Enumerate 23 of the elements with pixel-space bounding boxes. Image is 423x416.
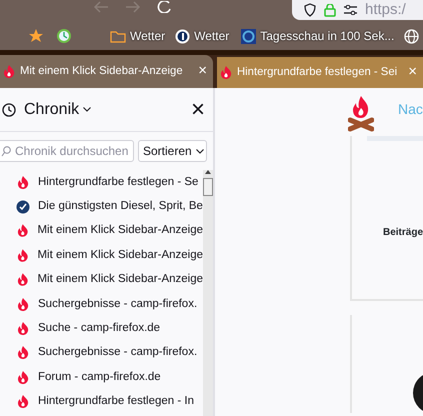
sidebar-switcher[interactable]: Chronik: [24, 98, 92, 122]
search-field[interactable]: Chronik durchsuchen: [0, 140, 134, 162]
tab-title: Mit einem Klick Sidebar-Anzeige: [20, 64, 184, 80]
tab-close-button[interactable]: ×: [198, 60, 207, 83]
sort-button[interactable]: Sortieren: [138, 140, 207, 162]
history-item[interactable]: Die günstigsten Diesel, Sprit, Be: [0, 194, 203, 219]
browser-tab[interactable]: Mit einem Klick Sidebar-Anzeige ×: [0, 55, 213, 88]
history-item[interactable]: Mit einem Klick Sidebar-Anzeige: [0, 268, 203, 292]
history-item[interactable]: Hintergrundfarbe festlegen - Se: [0, 170, 203, 194]
history-item[interactable]: Suchergebnisse - camp-firefox.: [0, 340, 203, 366]
close-button[interactable]: ×: [190, 98, 205, 122]
history-item[interactable]: Forum - camp-firefox.de: [0, 365, 203, 390]
history-item[interactable]: Mit einem Klick Sidebar-Anzeige: [0, 218, 203, 244]
url-text: https:/: [365, 0, 406, 20]
history-item[interactable]: Hintergrundfarbe festlegen - In: [0, 390, 203, 414]
tab-title: Hintergrundfarbe festlegen - Sei: [237, 65, 398, 80]
bookmark[interactable]: Wetter: [110, 27, 166, 45]
history-item[interactable]: Mit einem Klick Sidebar-Anzeige: [0, 243, 203, 268]
history-item[interactable]: Suche - camp-firefox.de: [0, 316, 203, 341]
card-text: Beiträge: [383, 226, 423, 240]
history-item[interactable]: Suchergebnisse - camp-firefox.: [0, 292, 203, 316]
bookmark[interactable]: Tagesschau in 100 Sek...: [241, 27, 394, 45]
bookmark[interactable]: Wetter: [175, 27, 230, 45]
